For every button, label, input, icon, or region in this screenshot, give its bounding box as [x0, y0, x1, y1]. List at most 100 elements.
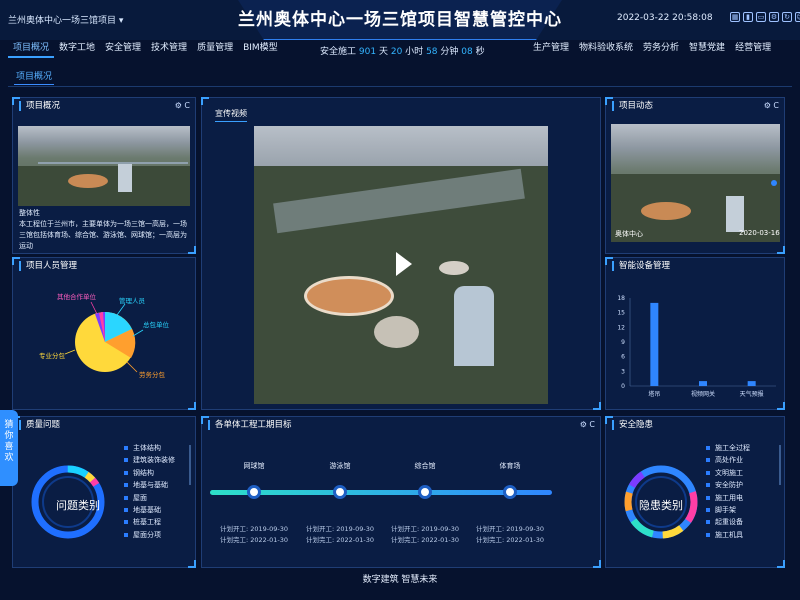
- refresh-icon[interactable]: C: [773, 101, 779, 110]
- devices-bar-chart: 0 3 6 9 12 15 18 塔吊 视频网关 天气预报: [617, 295, 776, 398]
- legend-item[interactable]: 建筑装饰装修: [124, 454, 175, 466]
- nav-item-production[interactable]: 生产管理: [528, 40, 574, 58]
- recommend-tab-char: 欢: [4, 453, 14, 463]
- user-icon[interactable]: ☺: [795, 12, 800, 22]
- legend-marker: [124, 470, 128, 475]
- refresh-icon[interactable]: C: [184, 101, 190, 110]
- legend-scrollbar[interactable]: [779, 445, 781, 485]
- recommend-tab-char: 猜: [4, 420, 14, 430]
- recommend-tab-char: 喜: [4, 442, 14, 452]
- nav-item-tech[interactable]: 技术管理: [146, 40, 192, 58]
- timeline-node[interactable]: [247, 485, 261, 499]
- devices-panel: 智能设备管理 0 3 6 9 12 15 18 塔吊 视频网关 天气预报: [605, 257, 785, 410]
- settings-icon[interactable]: ⚙: [580, 420, 587, 429]
- devices-title: 智能设备管理: [612, 261, 670, 271]
- legend-label: 地基基础: [133, 506, 161, 515]
- nav-item-bim[interactable]: BIM模型: [238, 40, 283, 58]
- legend-item[interactable]: 高处作业: [706, 454, 750, 466]
- legend-item[interactable]: 施工全过程: [706, 442, 750, 454]
- legend-label: 地基与基础: [133, 481, 168, 490]
- milestone-end: 计划完工: 2022-01-30: [475, 536, 545, 544]
- nav-item-quality[interactable]: 质量管理: [192, 40, 238, 58]
- safety-hours-unit: 小时: [405, 47, 424, 57]
- project-name: 兰州奥体中心一场三馆项目: [8, 16, 117, 26]
- nav-item-party[interactable]: 智慧党建: [684, 40, 730, 58]
- carousel-dot[interactable]: [771, 180, 777, 186]
- nav-item-overview[interactable]: 项目概况: [8, 40, 55, 58]
- milestone-name: 综合馆: [414, 462, 436, 470]
- label-management: 管理人员: [119, 297, 145, 305]
- safety-counter: 安全施工 901 天 20 小时 58 分钟 08 秒: [320, 44, 485, 57]
- refresh-icon[interactable]: ↻: [782, 12, 792, 22]
- device-icon[interactable]: ▮: [743, 12, 753, 22]
- dynamics-panel: 项目动态 ⚙ C 奥体中心 2020-03-16: [605, 97, 785, 254]
- legend-item[interactable]: 脚手架: [706, 504, 750, 516]
- nav-item-safety[interactable]: 安全管理: [100, 40, 146, 58]
- dynamics-date: 2020-03-16: [739, 229, 780, 237]
- label-labor: 劳务分包: [139, 371, 165, 379]
- nav-item-digital-site[interactable]: 数字工地: [54, 40, 100, 58]
- legend-label: 屋面: [133, 493, 147, 502]
- video-tab[interactable]: 宣传视频: [215, 108, 247, 122]
- settings-icon[interactable]: ⚙: [764, 101, 771, 110]
- legend-marker: [124, 508, 128, 513]
- nav-item-business[interactable]: 经营管理: [730, 40, 776, 58]
- video-panel: 宣传视频: [201, 97, 601, 410]
- monitor-icon[interactable]: ▭: [756, 12, 766, 22]
- legend-marker: [706, 508, 710, 513]
- legend-item[interactable]: 施工用电: [706, 492, 750, 504]
- y-tick-label: 15: [617, 310, 625, 317]
- dynamics-caption: 奥体中心: [615, 230, 643, 238]
- calendar-icon[interactable]: ▦: [730, 12, 740, 22]
- nav-item-material[interactable]: 物料验收系统: [574, 40, 638, 58]
- timeline-node[interactable]: [418, 485, 432, 499]
- personnel-title: 项目人员管理: [19, 261, 77, 271]
- legend-item[interactable]: 地基基础: [124, 504, 175, 516]
- milestone-plan: 计划开工: 2019-09-30 计划完工: 2022-01-30: [385, 524, 465, 546]
- recommend-tab[interactable]: 猜 你 喜 欢: [0, 410, 18, 486]
- legend-item[interactable]: 起重设备: [706, 516, 750, 528]
- nav-item-labor[interactable]: 劳务分析: [638, 40, 684, 58]
- legend-item[interactable]: 屋面: [124, 492, 175, 504]
- settings-icon[interactable]: ⚙: [769, 12, 779, 22]
- legend-item[interactable]: 安全防护: [706, 479, 750, 491]
- legend-label: 高处作业: [715, 456, 743, 465]
- milestone-name: 网球馆: [243, 462, 265, 470]
- legend-label: 脚手架: [715, 506, 736, 515]
- refresh-icon[interactable]: C: [589, 420, 595, 429]
- settings-icon[interactable]: ⚙: [175, 101, 182, 110]
- video-player[interactable]: [254, 126, 548, 404]
- quality-panel: 质量问题 问题类别 主体结构 建筑装饰装修 钢结构 地基与基础 屋面 地基基础 …: [12, 416, 196, 568]
- bar: [650, 302, 659, 386]
- legend-marker: [706, 495, 710, 500]
- milestone-start: 计划开工: 2019-09-30: [475, 525, 545, 533]
- footer-slogan: 数字建筑 智慧未来: [362, 575, 438, 585]
- legend-label: 屋面分项: [133, 530, 161, 539]
- legend-item[interactable]: 钢结构: [124, 467, 175, 479]
- legend-item[interactable]: 桩基工程: [124, 516, 175, 528]
- bar: [747, 381, 756, 386]
- legend-label: 施工全过程: [715, 444, 750, 452]
- legend-label: 文明施工: [715, 468, 743, 477]
- toolbar: ▦ ▮ ▭ ⚙ ↻ ☺: [730, 12, 800, 22]
- safety-minutes: 58: [426, 47, 438, 57]
- y-tick-label: 0: [621, 383, 625, 390]
- legend-item[interactable]: 地基与基础: [124, 479, 175, 491]
- project-select[interactable]: 兰州奥体中心一场三馆项目 ▾: [8, 13, 123, 26]
- subtab-overview[interactable]: 项目概况: [14, 69, 55, 85]
- dynamics-image[interactable]: 奥体中心 2020-03-16: [611, 124, 780, 242]
- timeline-node[interactable]: [503, 485, 517, 499]
- overview-panel: 项目概况 ⚙ C 整体性 本工程位于兰州市，主要单体为一场三馆一高层，一场三馆包…: [12, 97, 196, 254]
- play-icon[interactable]: [396, 252, 412, 276]
- timeline-node[interactable]: [333, 485, 347, 499]
- legend-scrollbar[interactable]: [189, 445, 191, 485]
- legend-item[interactable]: 施工机具: [706, 529, 750, 541]
- overview-heading: 整体性: [19, 209, 40, 217]
- legend-marker: [706, 483, 710, 488]
- x-tick-label: 塔吊: [648, 390, 660, 398]
- legend-marker: [706, 470, 710, 475]
- safety-minutes-unit: 分钟: [440, 47, 459, 57]
- legend-item[interactable]: 屋面分项: [124, 529, 175, 541]
- legend-item[interactable]: 文明施工: [706, 467, 750, 479]
- legend-item[interactable]: 主体结构: [124, 442, 175, 454]
